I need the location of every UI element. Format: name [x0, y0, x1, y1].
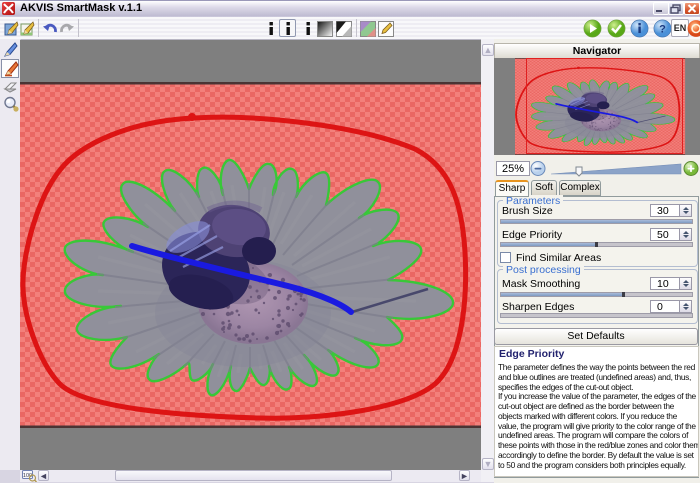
svg-text:?: ? — [659, 24, 666, 36]
